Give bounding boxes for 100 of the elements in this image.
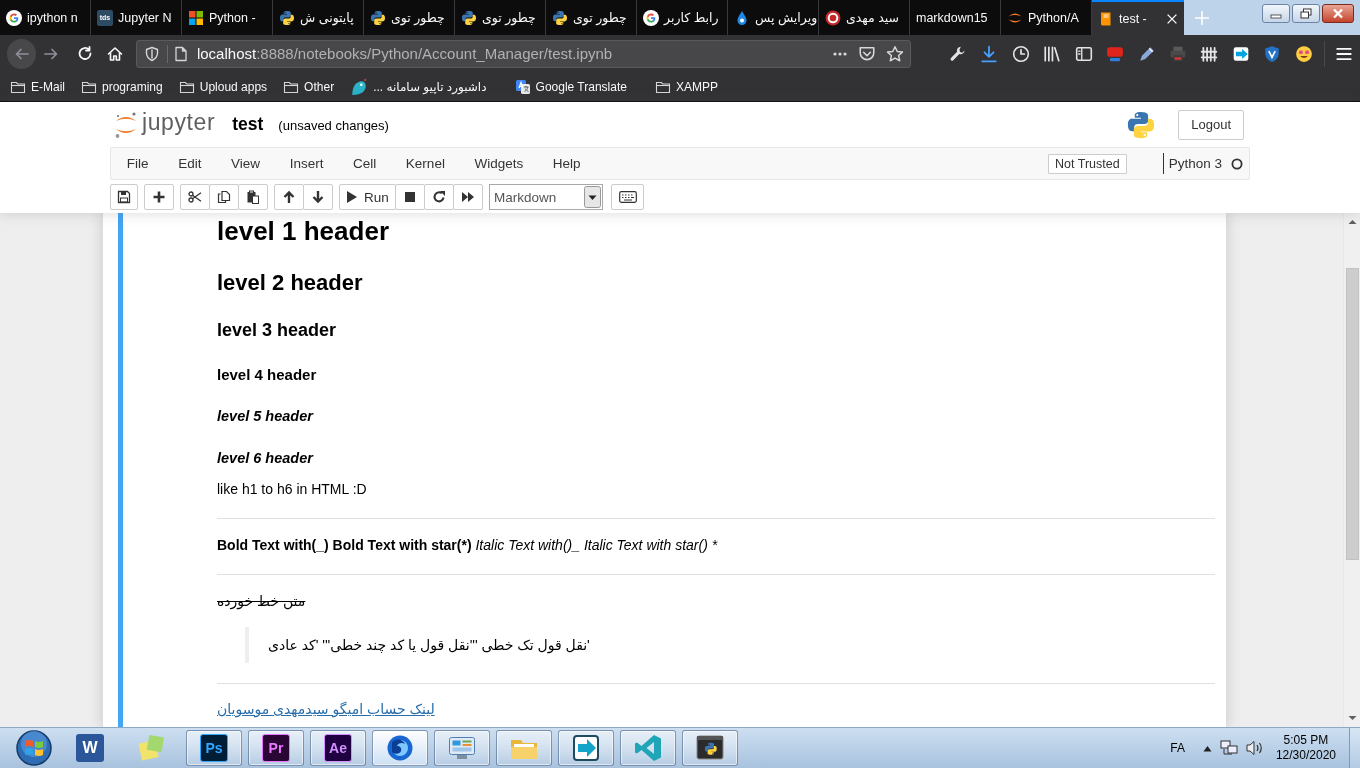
menu-item[interactable]: Help	[538, 148, 596, 179]
fast-forward-icon	[461, 190, 475, 204]
menu-item[interactable]: Widgets	[459, 148, 539, 179]
move-up-button[interactable]	[274, 184, 304, 210]
menu-item[interactable]: Insert	[274, 148, 339, 179]
g-logo-icon	[643, 9, 659, 26]
bookmark[interactable]: Other	[277, 75, 341, 98]
arrow-box-icon	[571, 733, 601, 763]
heading: level 4 header	[217, 366, 317, 383]
plus-icon	[152, 190, 166, 204]
restore-button[interactable]	[1292, 4, 1320, 23]
clock-time[interactable]: 5:05 PM	[1283, 733, 1329, 748]
keyboard-button[interactable]	[611, 184, 644, 210]
menu-item[interactable]: Edit	[163, 148, 217, 179]
arrow-up-icon	[282, 190, 296, 204]
star-icon[interactable]	[885, 44, 904, 63]
stop-button[interactable]	[395, 184, 425, 210]
run-button[interactable]: Run	[339, 184, 396, 210]
python-logo-icon	[1126, 109, 1157, 140]
logout-button[interactable]: Logout	[1178, 109, 1244, 140]
python-logo-icon	[370, 9, 386, 26]
taskbar-button[interactable]	[372, 730, 428, 766]
notebook-name[interactable]: test	[232, 114, 264, 135]
add-cell-button[interactable]	[144, 184, 174, 210]
taskbar-button[interactable]	[682, 730, 738, 766]
shield-icon[interactable]	[143, 45, 160, 62]
back-button[interactable]	[7, 38, 37, 69]
move-down-button[interactable]	[303, 184, 333, 210]
smiley-icon[interactable]	[1294, 44, 1313, 63]
bookmark[interactable]: داشبورد تاپیو سامانه ...	[344, 74, 493, 99]
logo-wordmark[interactable]: jupyter	[142, 109, 216, 136]
home-icon	[107, 45, 124, 62]
close-button[interactable]	[1322, 4, 1354, 23]
book-icon	[1098, 10, 1114, 27]
heading: level 2 header	[217, 270, 363, 295]
reload-icon	[76, 45, 93, 62]
taskbar-button[interactable]	[558, 730, 614, 766]
wrench-icon[interactable]	[948, 44, 967, 63]
badge-logo-icon[interactable]	[1106, 44, 1125, 63]
download-icon[interactable]	[980, 44, 999, 63]
shield-icon[interactable]	[1263, 44, 1282, 63]
scrollbar-thumb[interactable]	[1345, 268, 1359, 560]
floppy-icon	[117, 190, 131, 204]
jupyter-logo-icon	[114, 110, 138, 139]
pen-icon[interactable]	[1137, 44, 1156, 63]
heading: level 3 header	[217, 320, 337, 340]
menu-item[interactable]: File	[112, 148, 164, 179]
restart-button[interactable]	[424, 184, 454, 210]
address-field[interactable]: localhost:8888/notebooks/Python/Account_Manager/test.ipynb	[135, 39, 911, 68]
pocket-icon[interactable]	[857, 44, 876, 63]
clock-date[interactable]: 12/30/2020	[1275, 748, 1336, 763]
python-logo-icon	[552, 9, 568, 26]
menu-item[interactable]: Kernel	[391, 148, 460, 179]
bookmark[interactable]: programing	[75, 75, 169, 98]
browser-tab[interactable]: test -	[1092, 0, 1184, 35]
clock-icon[interactable]	[1011, 44, 1030, 63]
run-all-button[interactable]	[453, 184, 483, 210]
trust-button[interactable]: Not Trusted	[1048, 153, 1127, 174]
bookmark[interactable]: E-Mail	[4, 75, 71, 98]
arrow-box-icon[interactable]	[1231, 44, 1250, 63]
show-hidden-icons-icon[interactable]	[1202, 744, 1212, 752]
menu-item[interactable]: View	[216, 148, 275, 179]
menu-item[interactable]: Cell	[338, 148, 392, 179]
cut-button[interactable]	[180, 184, 210, 210]
bookmark[interactable]: Google Translate	[508, 75, 633, 98]
paste-button[interactable]	[238, 184, 268, 210]
save-button[interactable]	[110, 184, 138, 210]
minimize-button[interactable]	[1262, 4, 1290, 23]
paste-icon	[246, 190, 260, 204]
url-text[interactable]: localhost:8888/notebooks/Python/Account_Manager/test.ipynb	[196, 45, 613, 62]
library-icon[interactable]	[1043, 44, 1062, 63]
cell-type-dropdown[interactable]: Markdown	[489, 184, 603, 210]
link[interactable]: لینک حساب امیگو سیدمهدی موسویان	[217, 701, 435, 717]
bookmark[interactable]: XAMPP	[648, 75, 724, 98]
bird-icon	[350, 77, 369, 96]
taskbar-button[interactable]: W	[62, 730, 118, 766]
taskbar-button[interactable]: Ae	[310, 730, 366, 766]
kernel-name[interactable]: Python 3	[1168, 156, 1222, 171]
paragraph: Bold Text with(_) Bold Text with star(*) Italic Text with()_ Italic Text with star() *	[217, 537, 718, 553]
page-icon[interactable]	[172, 45, 189, 62]
copy-button[interactable]	[209, 184, 239, 210]
speaker-icon[interactable]	[1245, 740, 1264, 756]
sidebar-icon[interactable]	[1074, 44, 1093, 63]
language-indicator[interactable]: FA	[1170, 741, 1185, 755]
scrollbar[interactable]	[1343, 213, 1360, 727]
ribbon-icon	[633, 733, 663, 763]
taskbar-button[interactable]: Ps	[186, 730, 242, 766]
keyboard-icon	[618, 191, 637, 203]
fence-icon[interactable]	[1200, 44, 1219, 63]
copy-icon	[217, 190, 231, 204]
taskbar-button[interactable]: Pr	[248, 730, 304, 766]
save-status: (unsaved changes)	[278, 118, 389, 133]
network-icon[interactable]	[1219, 740, 1238, 756]
paragraph: like h1 to h6 in HTML :D	[217, 481, 367, 497]
ring-icon	[825, 9, 841, 26]
bookmark[interactable]: Uploud apps	[172, 75, 274, 98]
heading: level 5 header	[217, 408, 313, 424]
terminal-icon	[695, 733, 725, 763]
stop-icon	[403, 190, 417, 204]
python-logo-icon	[279, 9, 295, 26]
